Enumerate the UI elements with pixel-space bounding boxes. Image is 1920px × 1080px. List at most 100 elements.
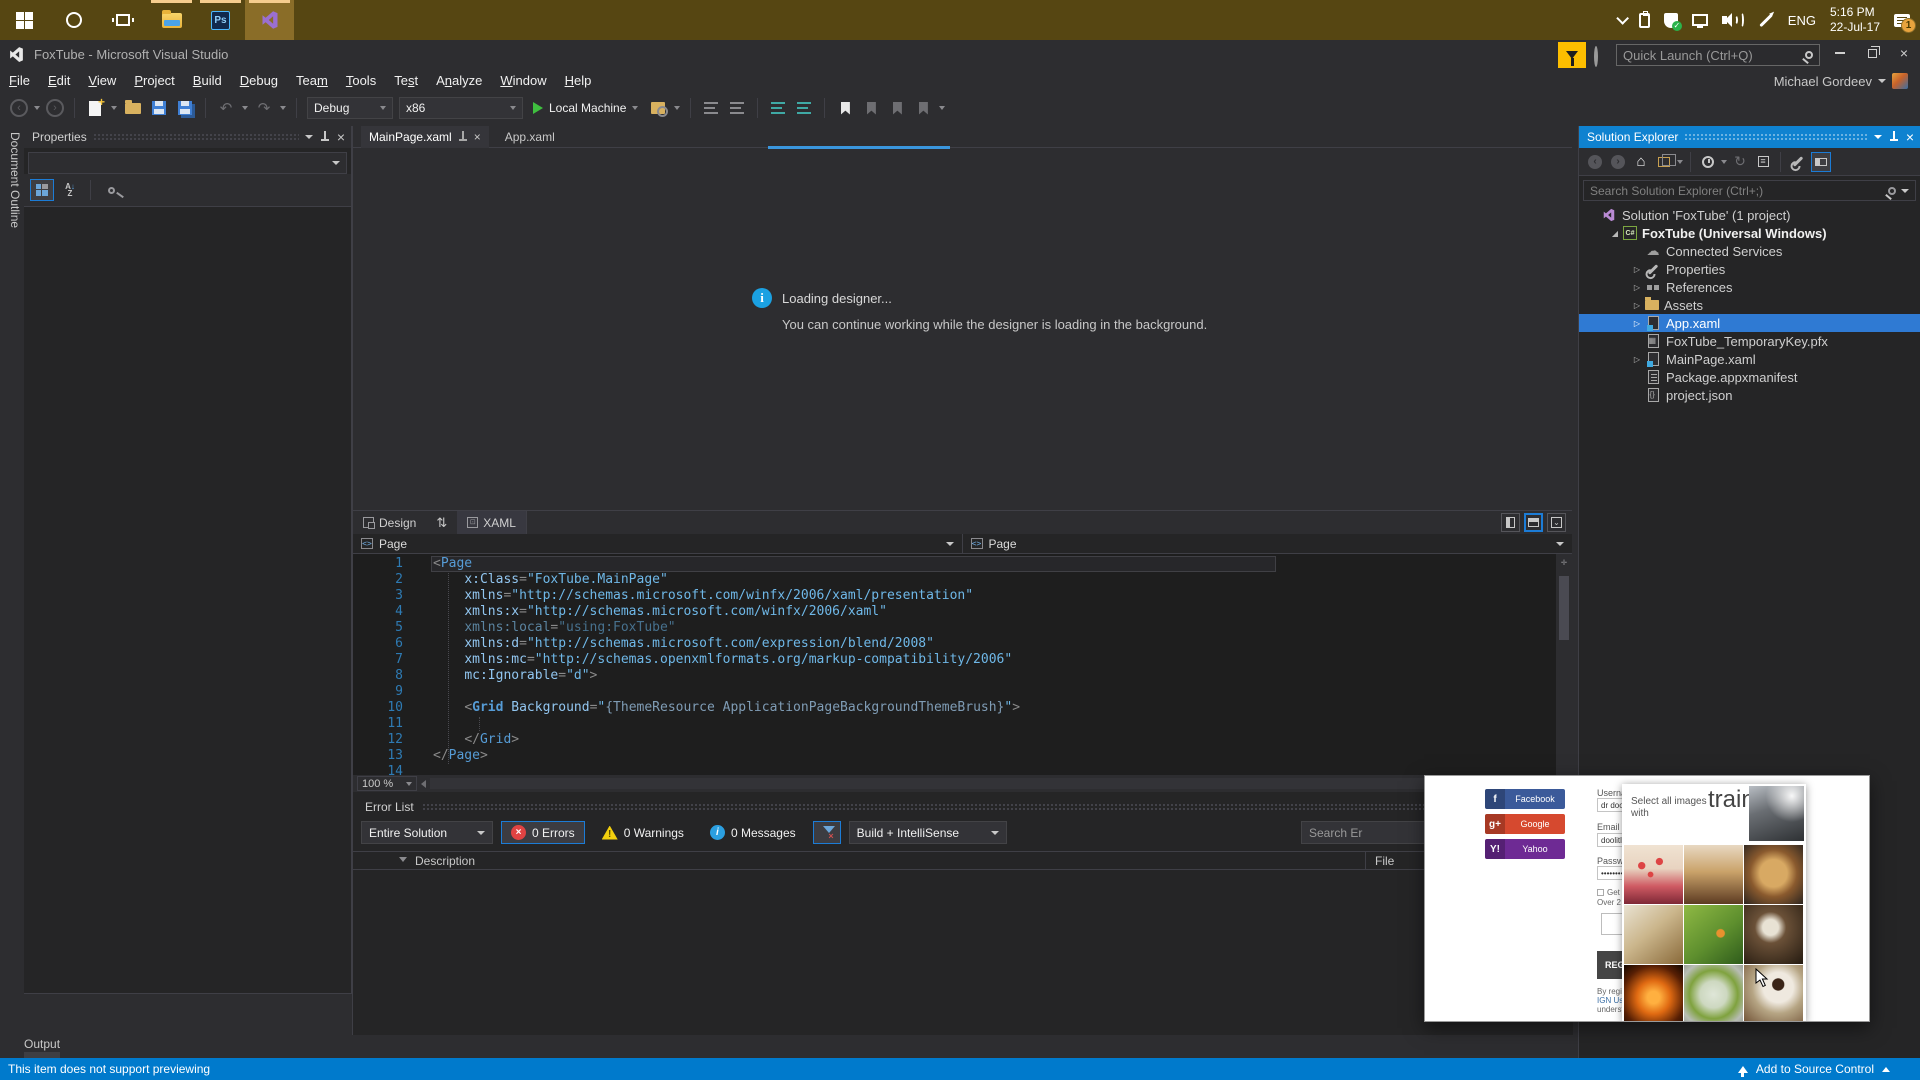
collapse-all-button[interactable]: ≡ [1753, 152, 1773, 172]
categorized-button[interactable] [30, 179, 54, 201]
forward-button[interactable]: › [1608, 152, 1628, 172]
code-line-11[interactable] [353, 716, 1556, 732]
next-bookmark-button[interactable] [887, 98, 907, 118]
output-tab[interactable]: Output [24, 1037, 60, 1051]
tree-item-properties[interactable]: ▷ Properties [1579, 260, 1920, 278]
clear-bookmarks-button[interactable] [913, 98, 933, 118]
captcha-cell-dessert-cup[interactable] [1684, 845, 1743, 904]
tree-item-assets[interactable]: ▷ Assets [1579, 296, 1920, 314]
properties-object-select[interactable] [28, 152, 347, 174]
code-line-14[interactable] [353, 764, 1556, 780]
bookmark-overflow-icon[interactable] [939, 106, 946, 110]
switch-views-button[interactable] [1654, 152, 1676, 172]
scrollbar-thumb[interactable] [1559, 576, 1569, 640]
captcha-cell-strawberry-cake[interactable] [1624, 845, 1683, 904]
code-line-2[interactable]: x:Class="FoxTube.MainPage" [353, 572, 1556, 588]
file-explorer-button[interactable] [147, 0, 196, 40]
document-outline-tab[interactable]: Document Outline [2, 126, 22, 286]
element-breadcrumb-right[interactable]: <> Page [963, 534, 1573, 553]
solution-search-input[interactable]: Search Solution Explorer (Ctrl+;) [1583, 180, 1916, 201]
captcha-cell-glowing-bowl[interactable] [1624, 965, 1683, 1021]
undo-dropdown-icon[interactable] [242, 106, 248, 110]
alphabetical-button[interactable]: A↓ Z [58, 179, 82, 201]
close-icon[interactable]: × [1906, 130, 1914, 144]
scroll-left-icon[interactable] [421, 779, 426, 788]
messages-filter-button[interactable]: i0 Messages [701, 821, 805, 844]
error-list-header[interactable]: Error List [353, 792, 1573, 818]
tab-app-xaml[interactable]: App.xaml [497, 126, 563, 148]
horizontal-split-button[interactable] [1524, 513, 1543, 532]
pending-changes-button[interactable] [1698, 152, 1718, 172]
quick-launch-input[interactable]: Quick Launch (Ctrl+Q) [1616, 44, 1820, 66]
code-line-3[interactable]: xmlns="http://schemas.microsoft.com/winf… [353, 588, 1556, 604]
tree-item-connected-services[interactable]: ☁ Connected Services [1579, 242, 1920, 260]
captcha-cell-salad-bowl[interactable] [1684, 905, 1743, 964]
menu-edit[interactable]: Edit [39, 70, 79, 92]
close-icon[interactable]: × [337, 130, 345, 144]
column-description[interactable]: Description [415, 854, 475, 868]
defender-shield-icon[interactable]: ✓ [1663, 12, 1682, 31]
volume-icon[interactable] [1721, 12, 1744, 28]
open-file-button[interactable] [123, 98, 143, 118]
refresh-button[interactable]: ↻ [1730, 152, 1750, 172]
xaml-code-editor[interactable]: 1 2 3 4 5 6 7 8 9 10 11 12 13 14 <Page x:Class="FoxTu… [353, 554, 1572, 779]
indent-button[interactable] [701, 98, 721, 118]
split-grip-icon[interactable]: ✛ [1557, 556, 1571, 570]
element-breadcrumb-left[interactable]: <> Page [353, 534, 963, 553]
code-line-12[interactable]: </Grid> [353, 732, 1556, 748]
errors-filter-button[interactable]: × 0 Errors [501, 821, 585, 844]
expander-icon[interactable]: ▷ [1629, 319, 1645, 328]
back-dropdown-icon[interactable] [34, 106, 40, 110]
column-file[interactable]: File [1375, 854, 1394, 868]
menu-team[interactable]: Team [287, 70, 337, 92]
minimize-button[interactable] [1824, 40, 1856, 66]
navigate-back-button[interactable]: ‹ [10, 99, 28, 117]
menu-test[interactable]: Test [385, 70, 427, 92]
captcha-cell-salad-plate[interactable] [1684, 965, 1743, 1021]
menu-build[interactable]: Build [184, 70, 231, 92]
code-line-7[interactable]: xmlns:mc="http://schemas.openxmlformats.… [353, 652, 1556, 668]
vertical-scrollbar[interactable]: ✛ [1556, 554, 1572, 775]
column-filter-icon[interactable] [399, 857, 407, 862]
restore-button[interactable] [1856, 40, 1888, 66]
tree-item-app-xaml[interactable]: ▷ App.xaml [1579, 314, 1920, 332]
window-position-chevron[interactable] [304, 135, 313, 139]
source-select[interactable]: Build + IntelliSense [848, 821, 1007, 844]
outdent-button[interactable] [727, 98, 747, 118]
expander-icon[interactable]: ▷ [1629, 265, 1645, 274]
expander-icon[interactable]: ▷ [1629, 355, 1645, 364]
network-icon[interactable] [1691, 14, 1708, 28]
tree-item-references[interactable]: ▷ References [1579, 278, 1920, 296]
back-button[interactable]: ‹ [1585, 152, 1605, 172]
warnings-filter-button[interactable]: ! 0 Warnings [593, 821, 693, 844]
properties-header[interactable]: Properties × [24, 126, 351, 148]
code-line-8[interactable]: mc:Ignorable="d"> [353, 668, 1556, 684]
filter-button[interactable]: × [812, 821, 841, 844]
new-file-button[interactable] [85, 95, 105, 118]
tree-item-foxtube-universal-windows[interactable]: ◢ C# FoxTube (Universal Windows) [1579, 224, 1920, 242]
prev-bookmark-button[interactable] [861, 98, 881, 118]
window-position-chevron[interactable] [1873, 135, 1882, 139]
bookmark-button[interactable] [835, 98, 855, 118]
code-line-6[interactable]: xmlns:d="http://schemas.microsoft.com/ex… [353, 636, 1556, 652]
facebook-login-button[interactable]: f Facebook [1485, 789, 1565, 809]
undo-button[interactable]: ↶ [216, 98, 236, 118]
swap-panes-button[interactable]: ⇅ [426, 515, 457, 531]
navigate-forward-button[interactable]: › [46, 99, 64, 117]
collapse-pane-button[interactable]: ⌄ [1547, 513, 1566, 532]
tree-item-project-json[interactable]: project.json [1579, 386, 1920, 404]
language-indicator[interactable]: ENG [1788, 13, 1816, 28]
home-button[interactable]: ⌂ [1631, 152, 1651, 172]
browser-preview-window[interactable]: f Facebook g+ Google Y! Yahoo Userna dr dool … [1424, 775, 1870, 1022]
code-line-5[interactable]: xmlns:local="using:FoxTube" [353, 620, 1556, 636]
xaml-tab[interactable]: ⊡ XAML [457, 510, 527, 535]
expander-icon[interactable]: ▷ [1629, 283, 1645, 292]
code-line-13[interactable]: </Page> [353, 748, 1556, 764]
windows-ink-icon[interactable] [1759, 13, 1773, 27]
captcha-cell-coffee-beans[interactable] [1744, 905, 1803, 964]
newsletter-checkbox[interactable] [1597, 889, 1604, 896]
expander-icon[interactable]: ▷ [1629, 301, 1645, 310]
clock[interactable]: 5:16 PM 22-Jul-17 [1830, 5, 1880, 35]
account-area[interactable]: Michael Gordeev [1774, 70, 1908, 92]
comment-button[interactable] [768, 98, 788, 118]
